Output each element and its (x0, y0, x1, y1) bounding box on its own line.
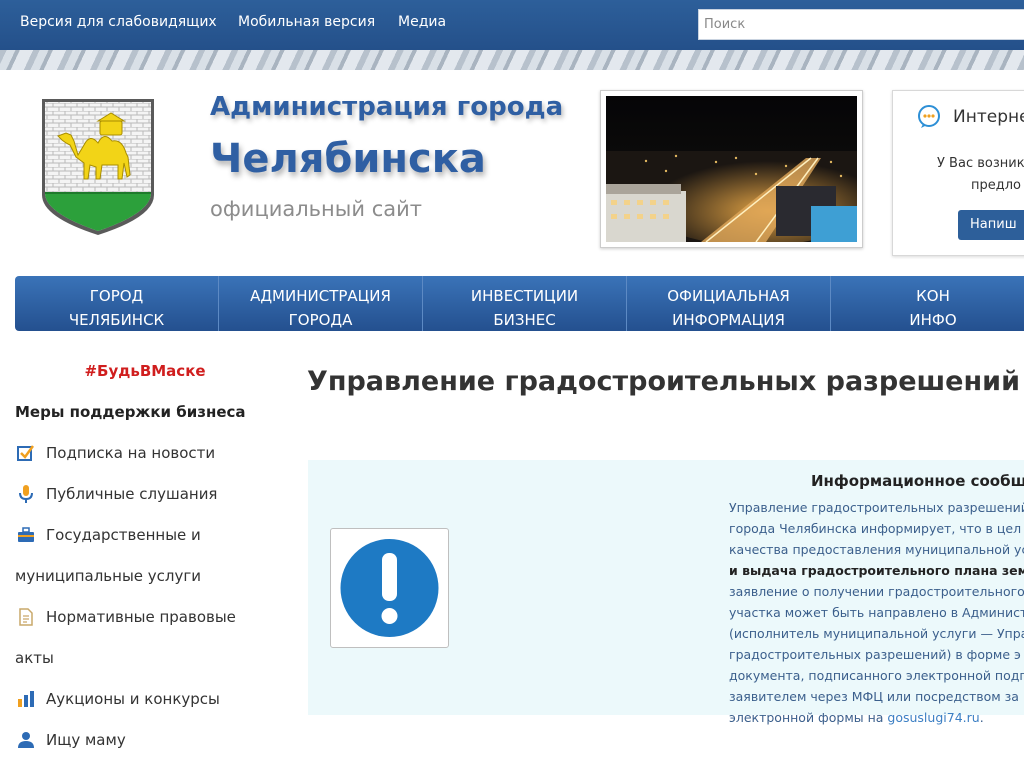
write-appeal-button[interactable]: Напиш (958, 210, 1024, 240)
bar-chart-icon (17, 690, 35, 708)
info-text-line: Управление градостроительных разрешений (729, 500, 1024, 515)
site-subtitle: официальный сайт (210, 197, 422, 221)
exclamation-icon (330, 528, 449, 648)
main-nav: ГОРОД ЧЕЛЯБИНСК АДМИНИСТРАЦИЯ ГОРОДА ИНВЕС… (15, 276, 1024, 331)
nav-item-investments[interactable]: ИНВЕСТИЦИИ БИЗНЕС (423, 276, 628, 331)
decorative-band (0, 50, 1024, 70)
business-support-link[interactable]: Меры поддержки бизнеса (15, 403, 246, 421)
chat-bubble-icon (917, 105, 941, 129)
checkbox-icon (17, 444, 35, 462)
microphone-icon (17, 485, 35, 503)
site-title-line1[interactable]: Администрация города (210, 92, 563, 122)
sidebar-item-legal-acts-line2[interactable]: акты (15, 649, 54, 667)
reception-text-line2: предло (971, 178, 1022, 193)
coat-of-arms-logo[interactable] (38, 95, 158, 240)
info-text-line: и выдача градостроительного плана земель (729, 563, 1024, 578)
info-text-line: заявление о получении градостроительного… (729, 584, 1024, 599)
reception-text-line1: У Вас возник (937, 156, 1024, 171)
info-heading: Информационное сообщ (811, 472, 1024, 490)
info-text-line: качества предоставления муниципальной ус (729, 542, 1024, 557)
sidebar-item-auctions[interactable]: Аукционы и конкурсы (46, 690, 220, 708)
nav-item-contacts[interactable]: КОН ИНФО (831, 276, 1024, 331)
info-text-line: города Челябинска информирует, что в цел (729, 521, 1022, 536)
mask-hashtag-link[interactable]: #БудьВМаске (0, 362, 290, 380)
info-text-line: (исполнитель муниципальной услуги — Упра (729, 626, 1024, 641)
nav-item-official-info[interactable]: ОФИЦИАЛЬНАЯ ИНФОРМАЦИЯ (627, 276, 832, 331)
internet-reception-widget: Интерне У Вас возник предло Напиш (892, 90, 1024, 256)
sidebar-item-services-line2[interactable]: муниципальные услуги (15, 567, 201, 585)
media-link[interactable]: Медиа (398, 14, 446, 30)
city-night-photo[interactable] (600, 90, 863, 248)
info-text-line: электронной формы на gosuslugi74.ru. (729, 710, 984, 725)
sidebar-item-legal-acts[interactable]: Нормативные правовые (46, 608, 236, 626)
info-text-line: документа, подписанного электронной подп (729, 668, 1024, 683)
info-text-line: участка может быть направлено в Админист (729, 605, 1024, 620)
info-text-line: градостроительных разрешений) в форме э (729, 647, 1021, 662)
nav-item-administration[interactable]: АДМИНИСТРАЦИЯ ГОРОДА (219, 276, 424, 331)
sidebar-item-looking-for-mom[interactable]: Ищу маму (46, 731, 126, 749)
nav-item-city[interactable]: ГОРОД ЧЕЛЯБИНСК (15, 276, 220, 331)
person-icon (17, 731, 35, 749)
search-input[interactable]: Поиск (698, 9, 1024, 40)
top-bar: Версия для слабовидящих Мобильная версия… (0, 0, 1024, 50)
toolbox-icon (17, 526, 35, 544)
sidebar-item-news-subscription[interactable]: Подписка на новости (46, 444, 215, 462)
gosuslugi-link[interactable]: gosuslugi74.ru (887, 710, 979, 725)
mobile-version-link[interactable]: Мобильная версия (238, 14, 375, 30)
reception-title: Интерне (953, 107, 1024, 127)
info-text-line: заявителем через МФЦ или посредством за (729, 689, 1019, 704)
document-icon (17, 608, 35, 626)
sidebar-item-services[interactable]: Государственные и (46, 526, 201, 544)
page-title: Управление градостроительных разрешений (307, 366, 1020, 397)
sidebar-item-public-hearings[interactable]: Публичные слушания (46, 485, 217, 503)
site-title-line2[interactable]: Челябинска (210, 136, 486, 182)
accessibility-version-link[interactable]: Версия для слабовидящих (20, 14, 217, 30)
